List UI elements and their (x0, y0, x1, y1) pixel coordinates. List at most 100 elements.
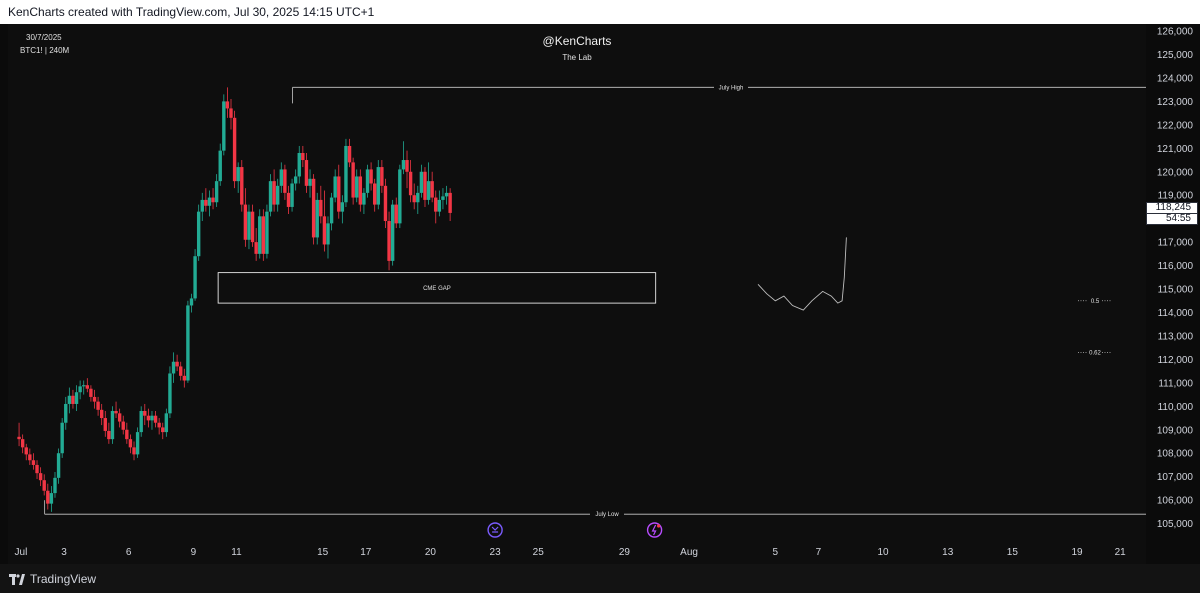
candle[interactable] (398, 164, 402, 229)
candle[interactable] (416, 185, 420, 214)
candle[interactable] (380, 160, 384, 193)
candle[interactable] (24, 443, 28, 461)
candle[interactable] (211, 188, 215, 210)
candle[interactable] (247, 204, 251, 250)
candle[interactable] (254, 228, 258, 261)
candle[interactable] (74, 385, 79, 411)
candle[interactable] (42, 474, 46, 496)
candle[interactable] (82, 380, 86, 395)
candle[interactable] (265, 204, 269, 259)
candle[interactable] (351, 157, 355, 205)
candle[interactable] (408, 160, 413, 203)
event-icon-news[interactable] (646, 522, 663, 538)
candle[interactable] (35, 460, 39, 480)
projection-path[interactable] (757, 237, 847, 311)
candle[interactable] (171, 352, 176, 383)
candle[interactable] (229, 99, 233, 130)
candle[interactable] (31, 453, 36, 470)
candle[interactable] (64, 396, 68, 430)
candle[interactable] (103, 411, 107, 437)
candle[interactable] (272, 169, 276, 212)
candle[interactable] (337, 164, 341, 219)
candle[interactable] (196, 204, 201, 261)
candle[interactable] (319, 185, 323, 224)
candle[interactable] (107, 422, 111, 444)
candle[interactable] (78, 380, 82, 400)
candle[interactable] (276, 178, 280, 212)
candle[interactable] (362, 188, 366, 214)
candle[interactable] (218, 143, 222, 186)
price-axis[interactable]: 105,000 106,000 107,000 108,000 109,000 110,0… (1146, 24, 1200, 564)
candle[interactable] (139, 406, 143, 437)
candle[interactable] (92, 389, 97, 409)
candle[interactable] (301, 145, 305, 168)
candle[interactable] (89, 385, 93, 402)
candle[interactable] (258, 209, 262, 259)
candle[interactable] (214, 174, 219, 207)
candle[interactable] (268, 174, 273, 217)
candle[interactable] (326, 216, 330, 259)
candle[interactable] (125, 422, 129, 444)
candle[interactable] (372, 178, 377, 212)
candle[interactable] (434, 190, 438, 224)
candle[interactable] (297, 145, 301, 184)
candle[interactable] (128, 434, 133, 454)
candle[interactable] (179, 361, 183, 381)
candle[interactable] (182, 368, 187, 388)
candle[interactable] (135, 427, 140, 458)
candle[interactable] (286, 185, 291, 214)
candle[interactable] (344, 138, 348, 207)
candle[interactable] (132, 441, 136, 461)
candle[interactable] (49, 486, 54, 512)
candle[interactable] (121, 415, 125, 435)
candle[interactable] (423, 167, 427, 207)
candle[interactable] (444, 185, 449, 205)
candle[interactable] (250, 204, 255, 247)
candle[interactable] (200, 192, 204, 222)
candle[interactable] (365, 164, 370, 198)
candle[interactable] (358, 169, 363, 212)
candle[interactable] (150, 411, 154, 430)
candle[interactable] (175, 354, 179, 372)
candle[interactable] (222, 94, 226, 156)
candle[interactable] (110, 406, 115, 444)
candle[interactable] (168, 366, 172, 419)
candle[interactable] (114, 401, 118, 419)
candle[interactable] (333, 169, 337, 203)
candle[interactable] (204, 188, 208, 212)
tradingview-logo[interactable]: TradingView (9, 572, 96, 586)
candle[interactable] (283, 164, 287, 200)
candle[interactable] (117, 408, 122, 428)
candle[interactable] (390, 199, 395, 266)
candle[interactable] (322, 190, 327, 252)
candle[interactable] (146, 408, 151, 428)
candle[interactable] (430, 171, 434, 203)
candle[interactable] (143, 403, 147, 426)
candle[interactable] (293, 169, 298, 191)
candle[interactable] (387, 211, 391, 271)
candle[interactable] (340, 195, 345, 224)
candle[interactable] (225, 87, 230, 118)
candle[interactable] (99, 403, 104, 426)
candle[interactable] (153, 411, 158, 428)
candle[interactable] (347, 138, 352, 168)
price-chart[interactable]: July High July Low CME GAP 0.5 0.62 Jul 3 6 9 11 1… (8, 24, 1146, 564)
candle[interactable] (441, 188, 445, 210)
candle[interactable] (20, 434, 25, 454)
candle[interactable] (419, 164, 424, 198)
candle[interactable] (329, 192, 334, 231)
candle[interactable] (243, 188, 248, 247)
candle[interactable] (189, 293, 194, 313)
candle[interactable] (394, 197, 398, 229)
candle[interactable] (290, 178, 294, 212)
candle[interactable] (261, 209, 266, 261)
candle[interactable] (164, 408, 169, 437)
candle[interactable] (85, 378, 90, 393)
candle[interactable] (53, 471, 57, 498)
candle[interactable] (401, 141, 406, 175)
chart-area[interactable]: July High July Low CME GAP 0.5 0.62 Jul 3 6 9 11 1… (8, 24, 1147, 564)
candle[interactable] (240, 160, 244, 212)
candle[interactable] (161, 422, 165, 440)
candle[interactable] (71, 389, 75, 409)
candle[interactable] (207, 190, 212, 217)
